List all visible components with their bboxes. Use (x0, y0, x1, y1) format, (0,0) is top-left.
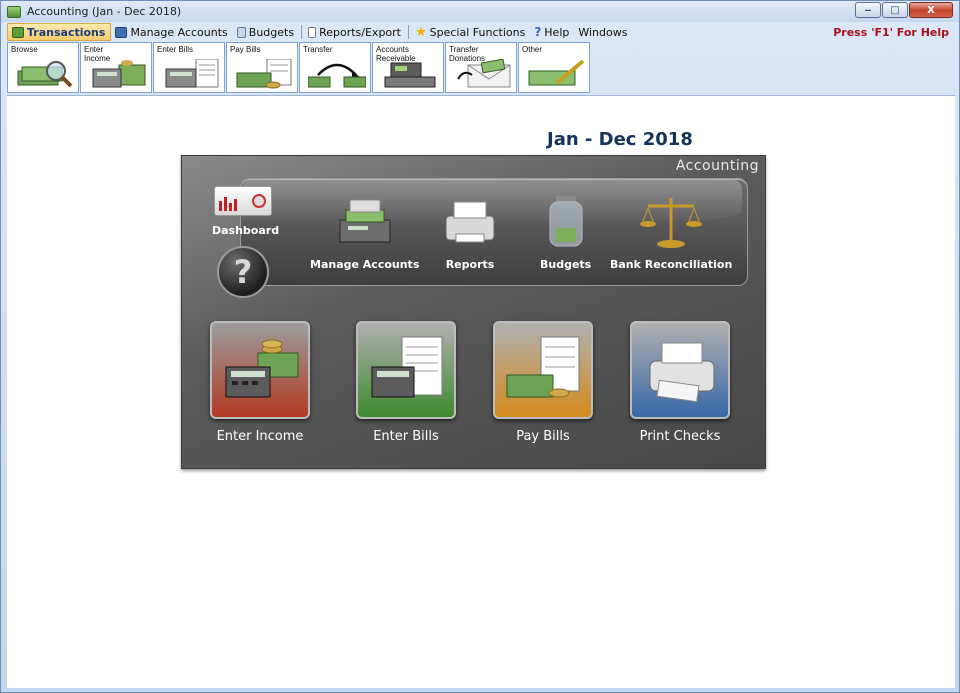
menu-windows[interactable]: Windows (574, 23, 632, 41)
help-hint: Press 'F1' For Help (833, 25, 949, 39)
toolbar-other-button[interactable]: Other (518, 42, 590, 93)
menu-manage-accounts[interactable]: Manage Accounts (111, 23, 232, 41)
menu-reports-export[interactable]: Reports/Export (304, 23, 406, 41)
menu-transactions[interactable]: Transactions (7, 23, 112, 41)
dashboard-icon (214, 186, 272, 216)
calculator-bill-icon (165, 59, 219, 88)
help-icon: ? (534, 25, 542, 39)
tile-label: Print Checks (639, 429, 721, 444)
printer-icon (445, 201, 495, 243)
toolbar-browse-button[interactable]: Browse (7, 42, 79, 93)
title-bar: Accounting (Jan - Dec 2018) ‒ □ X (1, 1, 959, 22)
help-button[interactable]: ? (217, 246, 269, 298)
toolbar-enter-income-button[interactable]: Enter Income (80, 42, 152, 93)
toolbar-label: Browse (11, 45, 38, 54)
scale-icon (640, 198, 703, 248)
report-icon (308, 26, 317, 38)
toolbar-transfer-button[interactable]: Transfer (299, 42, 371, 93)
bill-money-icon (506, 336, 580, 398)
magnifier-money-icon (17, 61, 73, 88)
envelope-money-icon (457, 59, 511, 88)
menu-separator (301, 25, 303, 39)
menu-label: Reports/Export (319, 25, 401, 39)
tile-print-checks-button[interactable] (630, 321, 730, 419)
shelf-item-label: Manage Accounts (310, 258, 420, 271)
tile-enter-bills-button[interactable] (356, 321, 456, 419)
shelf-item-label: Bank Reconciliation (610, 258, 733, 271)
close-button[interactable]: X (909, 2, 953, 18)
window-controls: ‒ □ X (855, 2, 953, 18)
menu-budgets[interactable]: Budgets (233, 23, 299, 41)
minimize-icon: ‒ (864, 4, 872, 16)
menu-label: Transactions (27, 25, 106, 39)
toolbar-label: Transfer (303, 45, 333, 54)
cash-register-icon (384, 62, 436, 88)
jar-icon (549, 196, 583, 247)
calculator-coins-icon (225, 339, 299, 398)
printer-icon (649, 342, 715, 403)
window-title: Accounting (Jan - Dec 2018) (27, 5, 182, 18)
shelf-item-label: Budgets (540, 258, 592, 271)
tile-label: Enter Income (216, 429, 304, 444)
menu-special-functions[interactable]: ★ Special Functions (411, 23, 530, 41)
toolbar-label: Other (522, 45, 543, 54)
period-heading: Jan - Dec 2018 (547, 129, 693, 150)
dashboard-label: Dashboard (212, 224, 280, 237)
toolbar-pay-bills-button[interactable]: Pay Bills (226, 42, 298, 93)
transfer-arrow-icon (308, 63, 366, 88)
maximize-button[interactable]: □ (882, 2, 908, 18)
menu-bar: Transactions Manage Accounts Budgets Rep… (7, 23, 955, 41)
tile-label: Enter Bills (373, 429, 439, 444)
tile-enter-income-button[interactable] (210, 321, 310, 419)
menu-label: Manage Accounts (130, 25, 228, 39)
shelf-reports-button[interactable]: Reports (440, 194, 500, 271)
toolbar-enter-bills-button[interactable]: Enter Bills (153, 42, 225, 93)
toolbar-label: Pay Bills (230, 45, 261, 54)
menu-separator (408, 25, 409, 39)
tile-label: Pay Bills (516, 429, 570, 444)
shelf-item-label: Reports (445, 258, 495, 271)
toolbar: Browse Enter Income Enter Bills Pay Bill… (7, 42, 955, 94)
shelf-manage-accounts-button[interactable]: Manage Accounts (310, 194, 419, 271)
tile-pay-bills-button[interactable] (493, 321, 593, 419)
calculator-coins-icon (92, 60, 146, 88)
shelf-budgets-button[interactable]: Budgets (540, 194, 591, 271)
menu-label: Help (544, 25, 570, 39)
printer-money-icon (339, 199, 391, 243)
close-icon: X (927, 4, 935, 16)
panel-title: Accounting (675, 158, 759, 174)
question-mark-icon: ? (233, 253, 253, 291)
star-icon: ★ (415, 24, 427, 40)
toolbar-accounts-receivable-button[interactable]: Accounts Receivable (372, 42, 444, 93)
money-icon (12, 26, 24, 38)
menu-label: Special Functions (429, 25, 526, 39)
minimize-button[interactable]: ‒ (855, 2, 881, 18)
bill-money-icon (236, 59, 292, 89)
menu-help[interactable]: ? Help (530, 23, 574, 41)
accounts-icon (115, 26, 128, 38)
menu-label: Windows (578, 25, 628, 39)
money-pen-icon (528, 59, 585, 86)
toolbar-transfer-donations-button[interactable]: Transfer Donations (445, 42, 517, 93)
calculator-bill-icon (371, 336, 443, 398)
money-icon (7, 5, 21, 18)
app-window: Accounting (Jan - Dec 2018) ‒ □ X Transa… (0, 0, 960, 693)
dashboard-button[interactable]: Dashboard (212, 186, 280, 238)
budget-jar-icon (236, 26, 246, 38)
maximize-icon: □ (890, 4, 900, 16)
accounting-panel: Accounting Dashboard ? Manage Accounts R… (181, 155, 766, 469)
shelf-bank-reconciliation-button[interactable]: Bank Reconciliation (610, 194, 732, 271)
menu-label: Budgets (248, 25, 295, 39)
toolbar-label: Enter Bills (157, 45, 194, 54)
